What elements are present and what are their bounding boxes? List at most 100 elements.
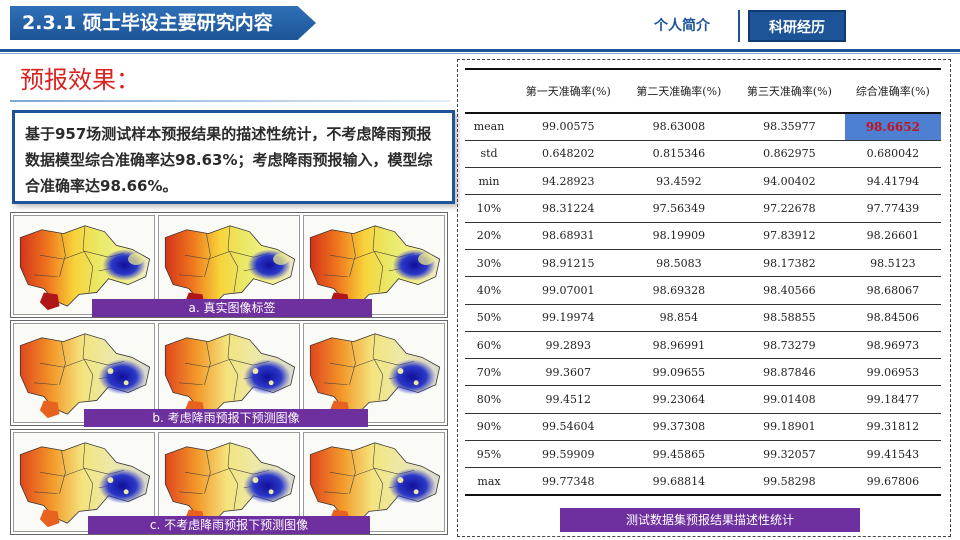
header-divider-thin — [0, 53, 960, 54]
table-cell: 99.2893 — [513, 331, 624, 360]
table-row: 95% 99.59909 99.45865 99.32057 99.41543 — [465, 440, 941, 469]
table-cell: 99.41543 — [844, 440, 941, 469]
table-cell: 99.18477 — [844, 385, 941, 414]
table-row: 90% 99.54604 99.37308 99.18901 99.31812 — [465, 413, 941, 442]
table-cell: 98.19909 — [623, 222, 735, 250]
table-cell: 98.69328 — [623, 276, 735, 305]
table-row-label: 80% — [465, 385, 513, 414]
table-cell: 98.96991 — [623, 331, 735, 360]
table-cell: 99.4512 — [513, 385, 624, 414]
table-cell: 93.4592 — [623, 167, 735, 196]
table-cell: 99.67806 — [844, 467, 941, 497]
table-cell: 98.35977 — [734, 113, 845, 141]
table-cell: 94.28923 — [513, 167, 624, 196]
table-cell: 99.68814 — [623, 467, 735, 497]
table-cell: 99.31812 — [844, 413, 941, 442]
table-caption: 测试数据集预报结果描述性统计 — [560, 508, 860, 532]
table-row: std 0.648202 0.815346 0.862975 0.680042 — [465, 140, 941, 169]
table-row-label: std — [465, 140, 513, 169]
table-row: max 99.77348 99.68814 99.58298 99.67806 — [465, 467, 941, 497]
table-cell: 99.58298 — [734, 467, 845, 497]
table-row-label: 30% — [465, 249, 513, 278]
table-cell: 99.59909 — [513, 440, 624, 469]
table-cell: 97.83912 — [734, 222, 845, 250]
table-cell: 94.41794 — [844, 167, 941, 196]
table-cell: 98.854 — [623, 304, 735, 332]
map-image — [13, 323, 155, 423]
caption-a: a. 真实图像标签 — [92, 299, 372, 317]
table-header-cell: 第二天准确率(%) — [623, 68, 735, 114]
table-header-corner — [465, 68, 513, 114]
table-cell: 98.26601 — [844, 222, 941, 250]
table-cell: 99.23064 — [623, 385, 735, 414]
table-cell: 98.17382 — [734, 249, 845, 278]
table-cell: 0.862975 — [734, 140, 845, 169]
table-cell: 97.77439 — [844, 194, 941, 223]
table-row: 30% 98.91215 98.5083 98.17382 98.5123 — [465, 249, 941, 278]
table-cell: 99.54604 — [513, 413, 624, 442]
table-cell: 98.58855 — [734, 304, 845, 332]
table-cell: 99.06953 — [844, 358, 941, 387]
table-row-label: 10% — [465, 194, 513, 223]
table-cell: 98.5083 — [623, 249, 735, 278]
table-cell: 99.07001 — [513, 276, 624, 305]
table-row: 80% 99.4512 99.23064 99.01408 99.18477 — [465, 385, 941, 414]
table-row-label: 70% — [465, 358, 513, 387]
table-cell: 98.73279 — [734, 331, 845, 360]
table-row-label: 40% — [465, 276, 513, 305]
table-cell: 99.45865 — [623, 440, 735, 469]
header-divider — [0, 49, 960, 52]
table-cell: 98.63008 — [623, 113, 735, 141]
table-cell: 99.09655 — [623, 358, 735, 387]
table-cell: 98.68067 — [844, 276, 941, 305]
table-cell: 99.00575 — [513, 113, 624, 141]
caption-c: c. 不考虑降雨预报下预测图像 — [88, 516, 370, 534]
table-row: 10% 98.31224 97.56349 97.22678 97.77439 — [465, 194, 941, 223]
table-row: 40% 99.07001 98.69328 98.40566 98.68067 — [465, 276, 941, 305]
table-cell: 98.96973 — [844, 331, 941, 360]
table-cell: 99.3607 — [513, 358, 624, 387]
section-underline — [10, 100, 450, 102]
table-cell: 99.77348 — [513, 467, 624, 497]
header-bar: 2.3.1 硕士毕设主要研究内容 个人简介 科研经历 — [0, 0, 960, 56]
map-image — [158, 323, 300, 423]
table-row-label: 90% — [465, 413, 513, 442]
nav-separator — [738, 10, 740, 42]
table-cell: 98.40566 — [734, 276, 845, 305]
nav-research-experience[interactable]: 科研经历 — [748, 10, 846, 42]
table-row: min 94.28923 93.4592 94.00402 94.41794 — [465, 167, 941, 196]
table-row-label: mean — [465, 113, 513, 141]
table-row-label: min — [465, 167, 513, 196]
nav-personal-intro[interactable]: 个人简介 — [638, 12, 726, 40]
table-header-cell: 综合准确率(%) — [844, 68, 941, 114]
table-cell: 0.680042 — [844, 140, 941, 169]
table-row-label: 50% — [465, 304, 513, 332]
section-title: 预报效果： — [20, 66, 140, 94]
table-row-label: max — [465, 467, 513, 497]
table-cell: 99.18901 — [734, 413, 845, 442]
table-row: 70% 99.3607 99.09655 98.87846 99.06953 — [465, 358, 941, 387]
table-header-cell: 第一天准确率(%) — [513, 68, 624, 114]
summary-box: 基于957场测试样本预报结果的描述性统计，不考虑降雨预报数据模型综合准确率达98… — [12, 110, 455, 204]
table-row: 50% 99.19974 98.854 98.58855 98.84506 — [465, 304, 941, 332]
table-row: mean 99.00575 98.63008 98.35977 98.6652 — [465, 113, 941, 141]
table-cell: 98.87846 — [734, 358, 845, 387]
table-row: 60% 99.2893 98.96991 98.73279 98.96973 — [465, 331, 941, 360]
table-cell: 98.84506 — [844, 304, 941, 332]
table-cell: 98.31224 — [513, 194, 624, 223]
table-cell: 98.68931 — [513, 222, 624, 250]
table-cell: 97.22678 — [734, 194, 845, 223]
table-row: 20% 98.68931 98.19909 97.83912 98.26601 — [465, 222, 941, 250]
table-cell: 0.815346 — [623, 140, 735, 169]
table-cell: 99.01408 — [734, 385, 845, 414]
table-row-label: 60% — [465, 331, 513, 360]
table-cell: 99.19974 — [513, 304, 624, 332]
table-cell: 97.56349 — [623, 194, 735, 223]
caption-b: b. 考虑降雨预报下预测图像 — [84, 409, 368, 427]
table-cell: 99.32057 — [734, 440, 845, 469]
stats-table: 第一天准确率(%) 第二天准确率(%) 第三天准确率(%) 综合准确率(%) mean… — [465, 68, 941, 497]
table-cell: 94.00402 — [734, 167, 845, 196]
table-cell: 98.91215 — [513, 249, 624, 278]
table-cell: 98.6652 — [844, 113, 941, 141]
table-cell: 0.648202 — [513, 140, 624, 169]
